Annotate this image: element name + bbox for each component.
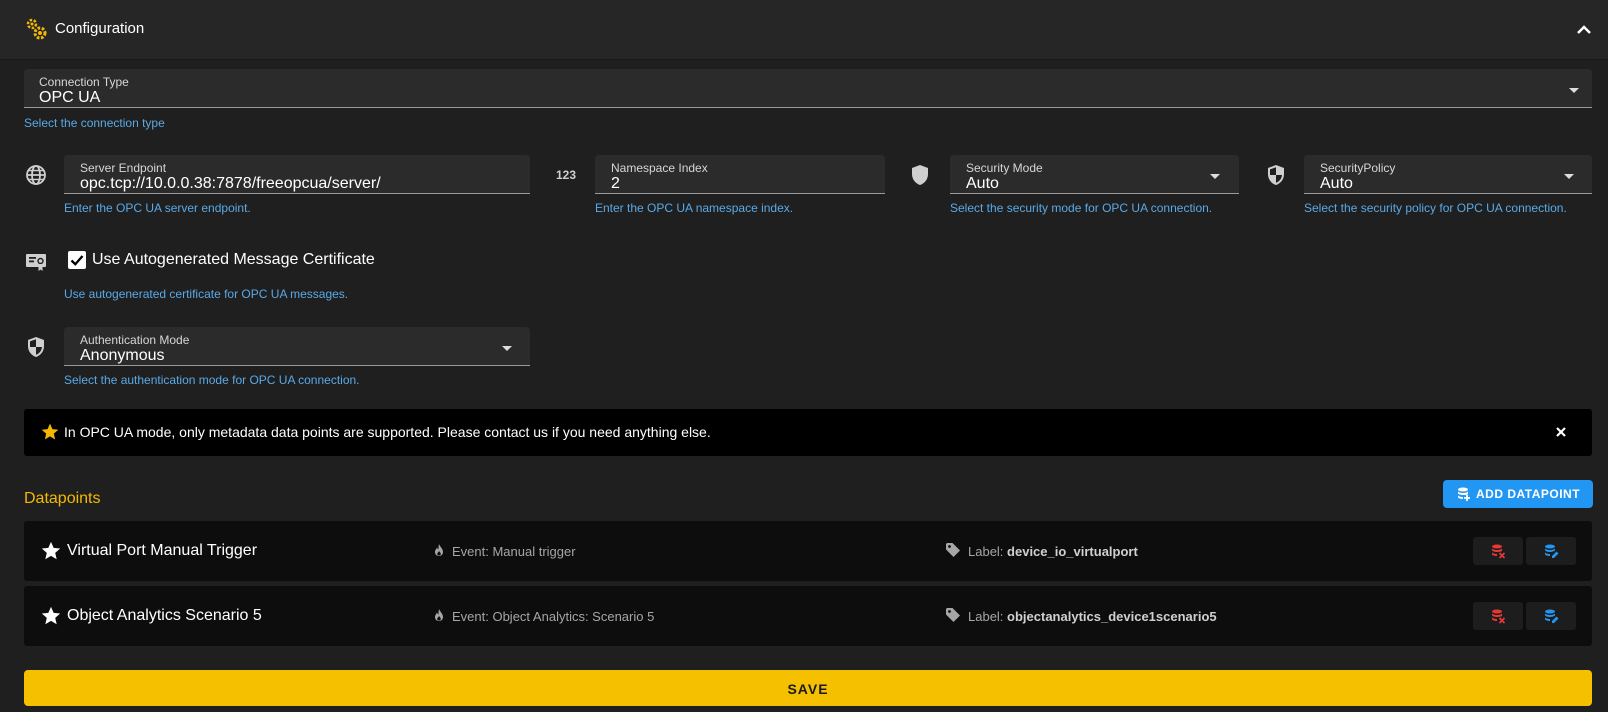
datapoint-event: Event: Object Analytics: Scenario 5: [452, 609, 655, 624]
page-title: Configuration: [55, 20, 145, 37]
security-mode-label: Security Mode: [966, 161, 1043, 175]
security-policy-label: SecurityPolicy: [1320, 161, 1396, 175]
save-button[interactable]: SAVE: [24, 670, 1592, 706]
datapoints-title: Datapoints: [24, 490, 101, 507]
shield-account-icon: [24, 335, 48, 359]
connection-type-select[interactable]: Connection Type OPC UA: [24, 69, 1592, 108]
close-icon[interactable]: [1552, 423, 1570, 441]
database-edit-icon: [1545, 609, 1559, 623]
certificate-checkbox[interactable]: [68, 251, 86, 269]
security-policy-value: Auto: [1320, 175, 1353, 192]
star-icon: [40, 605, 62, 627]
datapoint-label-prefix: Label:: [968, 609, 1004, 624]
namespace-index-input[interactable]: Namespace Index 2: [595, 155, 885, 194]
database-remove-icon: [1492, 609, 1506, 624]
connection-type-value: OPC UA: [39, 89, 101, 106]
datapoint-label: Label: device_io_virtualport: [968, 544, 1138, 559]
edit-datapoint-button[interactable]: [1526, 602, 1576, 630]
connection-type-label: Connection Type: [39, 75, 129, 89]
datapoint-label-prefix: Label:: [968, 544, 1004, 559]
add-datapoint-button[interactable]: ADD DATAPOINT: [1443, 480, 1593, 508]
globe-icon: [24, 163, 48, 187]
certificate-hint: Use autogenerated certificate for OPC UA…: [64, 287, 349, 301]
numeric-icon: 123: [556, 168, 577, 182]
datapoint-row: Object Analytics Scenario 5 Event: Objec…: [24, 586, 1592, 646]
star-icon: [40, 540, 62, 562]
connection-type-hint: Select the connection type: [24, 116, 165, 130]
security-mode-hint: Select the security mode for OPC UA conn…: [950, 201, 1213, 215]
check-icon: [70, 255, 84, 266]
add-datapoint-label: ADD DATAPOINT: [1476, 487, 1581, 501]
datapoint-event: Event: Manual trigger: [452, 544, 576, 559]
caret-down-icon: [502, 346, 512, 351]
datapoint-row: Virtual Port Manual Trigger Event: Manua…: [24, 521, 1592, 581]
authentication-mode-select[interactable]: Authentication Mode Anonymous: [64, 327, 530, 366]
edit-datapoint-button[interactable]: [1526, 537, 1576, 565]
caret-down-icon: [1569, 88, 1579, 93]
gears-icon: [24, 17, 48, 41]
caret-down-icon: [1564, 174, 1574, 179]
datapoint-label-value: device_io_virtualport: [1007, 544, 1138, 559]
shield-half-icon: [1264, 163, 1288, 187]
delete-datapoint-button[interactable]: [1473, 537, 1523, 565]
database-edit-icon: [1545, 544, 1559, 558]
datapoint-label: Label: objectanalytics_device1scenario5: [968, 609, 1217, 624]
save-label: SAVE: [787, 681, 829, 697]
tag-icon: [945, 607, 961, 623]
datapoint-label-value: objectanalytics_device1scenario5: [1007, 609, 1217, 624]
server-endpoint-value: opc.tcp://10.0.0.38:7878/freeopcua/serve…: [80, 175, 381, 192]
database-remove-icon: [1492, 544, 1506, 559]
authentication-mode-label: Authentication Mode: [80, 333, 190, 347]
delete-datapoint-button[interactable]: [1473, 602, 1523, 630]
flame-icon: [432, 608, 446, 622]
database-plus-icon: [1456, 486, 1472, 502]
server-endpoint-label: Server Endpoint: [80, 161, 167, 175]
shield-icon: [908, 163, 932, 187]
tag-icon: [945, 542, 961, 558]
datapoint-name: Virtual Port Manual Trigger: [67, 542, 258, 559]
star-icon: [40, 422, 60, 442]
alert-message: In OPC UA mode, only metadata data point…: [64, 424, 711, 440]
authentication-mode-hint: Select the authentication mode for OPC U…: [64, 373, 360, 387]
security-policy-select[interactable]: SecurityPolicy Auto: [1304, 155, 1592, 194]
info-alert: In OPC UA mode, only metadata data point…: [24, 409, 1592, 456]
flame-icon: [432, 543, 446, 557]
security-mode-value: Auto: [966, 175, 999, 192]
namespace-index-value: 2: [611, 175, 620, 192]
server-endpoint-input[interactable]: Server Endpoint opc.tcp://10.0.0.38:7878…: [64, 155, 530, 194]
authentication-mode-value: Anonymous: [80, 347, 165, 364]
certificate-checkbox-label[interactable]: Use Autogenerated Message Certificate: [92, 251, 375, 269]
security-policy-hint: Select the security policy for OPC UA co…: [1304, 201, 1567, 215]
datapoint-name: Object Analytics Scenario 5: [67, 607, 262, 624]
config-header[interactable]: Configuration: [0, 0, 1608, 60]
security-mode-select[interactable]: Security Mode Auto: [950, 155, 1239, 194]
caret-down-icon: [1210, 174, 1220, 179]
server-endpoint-hint: Enter the OPC UA server endpoint.: [64, 201, 251, 215]
namespace-index-hint: Enter the OPC UA namespace index.: [595, 201, 794, 215]
namespace-index-label: Namespace Index: [611, 161, 708, 175]
certificate-icon: [24, 250, 48, 274]
chevron-up-icon[interactable]: [1572, 18, 1596, 42]
